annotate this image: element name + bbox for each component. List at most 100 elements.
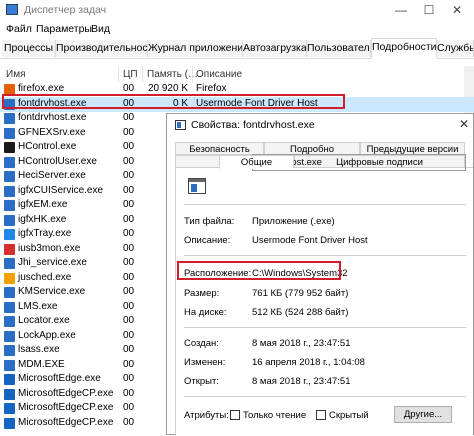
column-memory[interactable]: Память (… — [147, 69, 198, 80]
app-window-icon — [4, 200, 15, 211]
hcontrol-icon — [4, 142, 15, 153]
process-name: lsass.exe — [18, 344, 60, 355]
hidden-label[interactable]: Скрытый — [329, 410, 369, 421]
task-manager-icon — [6, 4, 18, 15]
window-title: Диспетчер задач — [24, 4, 107, 16]
disk-size-label: На диске: — [184, 307, 227, 318]
app-window-icon — [4, 345, 15, 356]
accessed-label: Открыт: — [184, 376, 219, 387]
process-cpu: 00 — [123, 112, 135, 123]
size-value: 761 КБ (779 952 байт) — [252, 288, 349, 299]
tab-general-active[interactable]: Общие — [219, 155, 294, 169]
menu-bar: Файл Параметры Вид — [0, 20, 474, 38]
divider — [184, 255, 466, 256]
menu-file[interactable]: Файл — [6, 23, 32, 35]
process-name: HControl.exe — [18, 141, 77, 152]
tab-users[interactable]: Пользователи — [307, 40, 371, 57]
menu-options[interactable]: Параметры — [36, 23, 92, 35]
tab-details[interactable]: Подробности — [371, 38, 437, 59]
process-name: Jhi_service.exe — [18, 257, 87, 268]
process-cpu: 00 — [123, 300, 135, 312]
size-label: Размер: — [184, 288, 220, 299]
tab-strip: Процессы Производительность Журнал прило… — [0, 38, 474, 59]
attributes-label: Атрибуты: — [184, 410, 229, 421]
usb-icon — [4, 243, 15, 255]
dialog-close-button[interactable]: ✕ — [459, 117, 469, 131]
edge-icon — [4, 374, 15, 385]
tab-security[interactable]: Безопасность — [175, 142, 264, 155]
tab-app-history[interactable]: Журнал приложений — [148, 40, 243, 57]
readonly-checkbox[interactable] — [230, 410, 240, 420]
process-name: GFNEXSrv.exe — [18, 126, 86, 138]
column-description[interactable]: Описание — [196, 69, 242, 80]
process-cpu: 00 — [123, 257, 135, 268]
menu-view[interactable]: Вид — [91, 23, 110, 35]
file-type-label: Тип файла: — [184, 216, 235, 227]
general-panel: fontdrvhost.exe Тип файла: Приложение (.… — [175, 154, 473, 436]
process-cpu: 00 — [123, 170, 135, 181]
process-name: igfxTray.exe — [18, 228, 72, 239]
app-window-icon — [4, 113, 15, 124]
highlight-frame-location — [177, 261, 341, 280]
process-name: igfxHK.exe — [18, 213, 67, 225]
process-memory: 20 920 K — [147, 83, 188, 94]
minimize-button[interactable]: — — [390, 2, 412, 18]
process-cpu: 00 — [123, 141, 135, 152]
tab-services[interactable]: Службы — [437, 40, 474, 57]
app-window-icon — [4, 156, 15, 168]
column-divider[interactable] — [192, 66, 193, 82]
column-divider[interactable] — [142, 66, 143, 82]
process-name: MDM.EXE — [18, 358, 65, 370]
process-cpu: 00 — [123, 184, 135, 196]
process-name: MicrosoftEdgeCP.exe — [18, 402, 114, 413]
advanced-button[interactable]: Другие... — [394, 406, 452, 423]
app-window-icon — [4, 287, 15, 298]
close-button[interactable]: ✕ — [446, 2, 468, 18]
maximize-button[interactable]: ☐ — [418, 2, 440, 18]
edge-icon — [4, 417, 15, 429]
process-cpu: 00 — [123, 416, 135, 428]
process-cpu: 00 — [123, 126, 135, 138]
process-name: MicrosoftEdgeCP.exe — [18, 387, 114, 399]
process-name: HControlUser.exe — [18, 155, 97, 167]
edge-icon — [4, 403, 15, 414]
dialog-title: Свойства: fontdrvhost.exe — [191, 119, 315, 131]
modified-value: 16 апреля 2018 г., 1:04:08 — [252, 357, 365, 368]
divider — [184, 396, 466, 397]
process-cpu: 00 — [123, 242, 135, 254]
process-name: igfxCUIService.exe — [18, 184, 104, 196]
process-name: MicrosoftEdgeCP.exe — [18, 416, 114, 428]
description-label: Описание: — [184, 235, 231, 246]
highlight-frame-process — [2, 94, 345, 109]
tab-processes[interactable]: Процессы — [2, 40, 56, 57]
process-name: LockApp.exe — [18, 329, 76, 341]
column-header: Имя ЦП Память (… Описание — [0, 66, 474, 82]
process-name: jusched.exe — [18, 271, 72, 283]
process-description: Firefox — [196, 83, 227, 94]
app-window-icon — [175, 120, 186, 130]
column-divider[interactable] — [118, 66, 119, 82]
tab-startup[interactable]: Автозагрузка — [243, 40, 307, 57]
created-value: 8 мая 2018 г., 23:47:51 — [252, 338, 351, 349]
app-window-icon — [4, 301, 15, 313]
tab-performance[interactable]: Производительность — [56, 40, 148, 57]
process-cpu: 00 — [123, 344, 135, 355]
process-cpu: 00 — [123, 228, 135, 239]
column-cpu[interactable]: ЦП — [123, 69, 138, 80]
app-window-icon — [4, 330, 15, 342]
app-window-icon — [4, 127, 15, 139]
divider — [184, 327, 466, 328]
hidden-checkbox[interactable] — [316, 410, 326, 420]
app-window-icon — [4, 316, 15, 327]
readonly-label[interactable]: Только чтение — [243, 410, 306, 421]
modified-label: Изменен: — [184, 357, 226, 368]
app-window-icon — [4, 171, 15, 182]
process-cpu: 00 — [123, 402, 135, 413]
intel-icon — [4, 229, 15, 240]
properties-dialog: Свойства: fontdrvhost.exe ✕ Безопасность… — [166, 113, 474, 436]
column-name[interactable]: Имя — [6, 69, 25, 80]
edge-icon — [4, 388, 15, 400]
process-cpu: 00 — [123, 373, 135, 384]
process-name: igfxEM.exe — [18, 199, 68, 210]
description-value: Usermode Font Driver Host — [252, 235, 368, 246]
